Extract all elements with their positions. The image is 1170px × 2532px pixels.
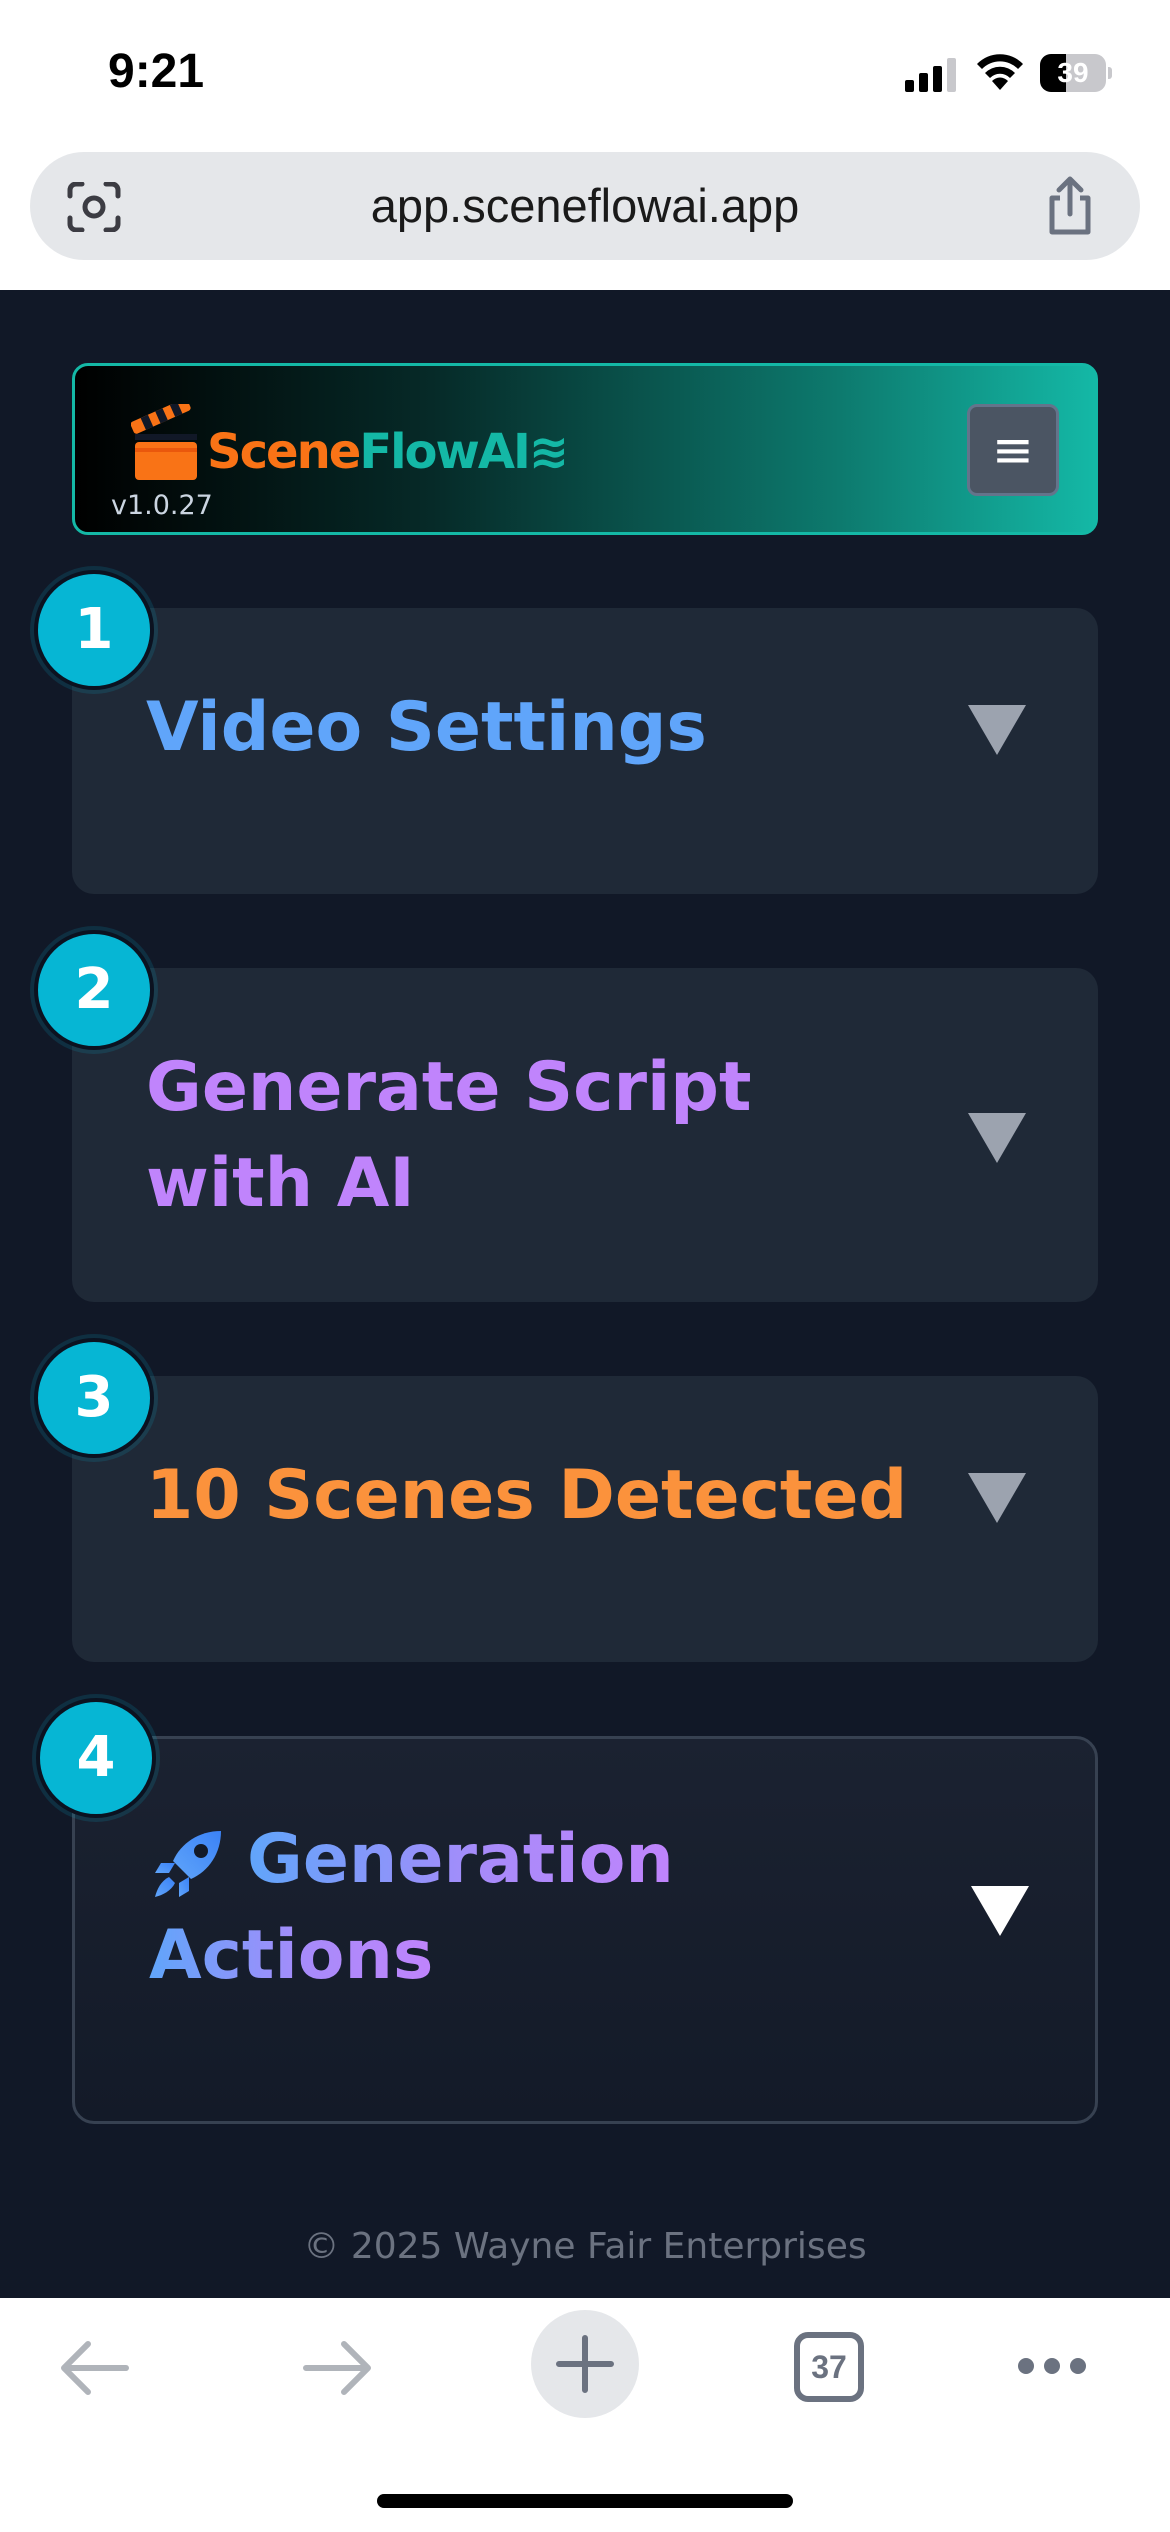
status-time: 9:21 <box>108 45 205 98</box>
battery-icon: 39 <box>1040 54 1112 92</box>
step-title-line1: Generate Script <box>146 1048 752 1127</box>
logo-wave-icon: ≋ <box>528 424 569 480</box>
new-tab-button[interactable] <box>531 2310 639 2418</box>
share-icon[interactable] <box>1042 176 1098 236</box>
menu-button[interactable]: ≡ <box>967 404 1059 496</box>
step-badge-2: 2 <box>34 930 154 1050</box>
chevron-down-icon[interactable] <box>968 1473 1026 1523</box>
url-text[interactable]: app.sceneflowai.app <box>30 152 1140 260</box>
step-card-video-settings[interactable]: Video Settings <box>72 608 1098 894</box>
version-label: v1.0.27 <box>111 490 213 521</box>
signal-icon <box>905 58 956 92</box>
step-card-generate-script[interactable]: Generate Script with AI <box>72 968 1098 1302</box>
status-bar: 9:21 39 <box>0 0 1170 150</box>
step-title-line1: Generation <box>247 1812 674 1908</box>
step-title-line2: Actions <box>149 1908 433 2004</box>
plus-icon <box>556 2335 614 2393</box>
chevron-down-icon[interactable] <box>971 1886 1029 1936</box>
browser-toolbar: 37 <box>0 2298 1170 2532</box>
footer-copyright: © 2025 Wayne Fair Enterprises <box>303 2226 867 2267</box>
step-badge-4: 4 <box>36 1698 156 1818</box>
rocket-icon <box>155 1831 221 1897</box>
tabs-button[interactable]: 37 <box>794 2332 864 2402</box>
back-arrow-icon[interactable] <box>58 2340 130 2396</box>
wifi-icon <box>977 54 1023 90</box>
step-title: 10 Scenes Detected <box>146 1456 908 1535</box>
step-title-line2: with AI <box>146 1144 415 1223</box>
step-badge-3: 3 <box>34 1338 154 1458</box>
url-bar[interactable]: app.sceneflowai.app <box>30 152 1140 260</box>
logo-text-flowai: FlowAI <box>359 424 531 480</box>
battery-level: 39 <box>1057 57 1089 88</box>
app-header: SceneFlowAI≋ v1.0.27 ≡ <box>72 363 1098 535</box>
step-title: Video Settings <box>146 688 707 767</box>
logo-text-scene: Scene <box>207 424 361 480</box>
clapperboard-icon <box>131 404 197 480</box>
step-card-scenes-detected[interactable]: 10 Scenes Detected <box>72 1376 1098 1662</box>
step-card-generation-actions[interactable]: Generation Actions <box>72 1736 1098 2124</box>
more-icon[interactable] <box>1016 2356 1088 2376</box>
sceneflow-logo: SceneFlowAI≋ <box>131 404 569 484</box>
step-badge-1: 1 <box>34 570 154 690</box>
forward-arrow-icon[interactable] <box>302 2340 374 2396</box>
chevron-down-icon[interactable] <box>968 705 1026 755</box>
chevron-down-icon[interactable] <box>968 1113 1026 1163</box>
app-content: SceneFlowAI≋ v1.0.27 ≡ Video Settings 1 … <box>0 290 1170 2298</box>
home-indicator <box>377 2494 793 2508</box>
